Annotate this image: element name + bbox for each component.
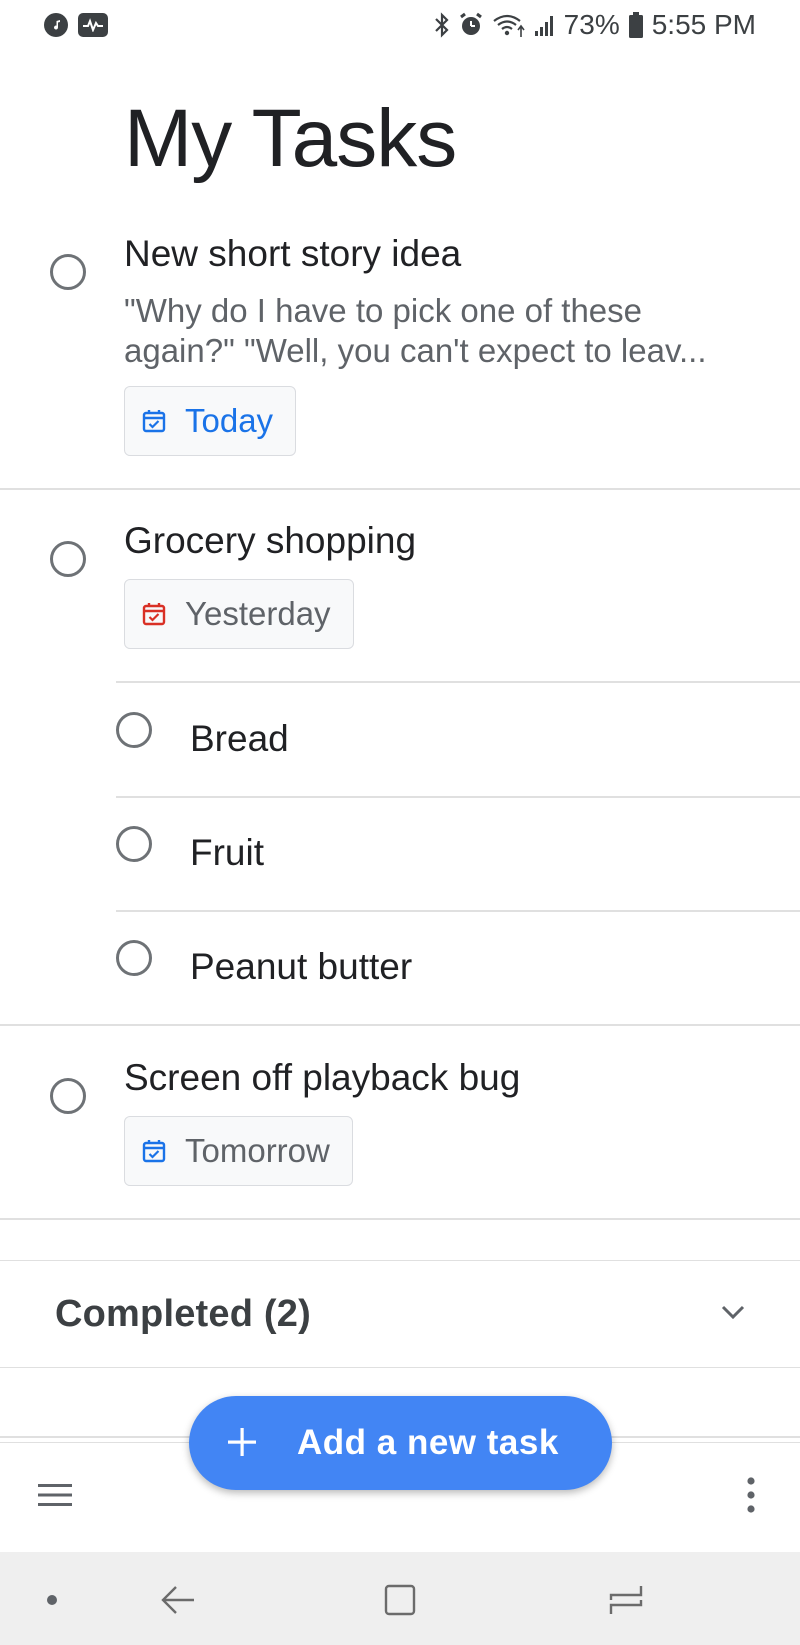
due-date-chip[interactable]: Tomorrow	[124, 1116, 353, 1186]
subtask-title[interactable]: Fruit	[190, 832, 264, 874]
due-date-chip[interactable]: Yesterday	[124, 579, 354, 649]
system-nav-bar	[0, 1552, 800, 1645]
task-complete-checkbox[interactable]	[50, 254, 86, 290]
task-title[interactable]: New short story idea	[124, 233, 461, 275]
music-notification-icon	[44, 13, 68, 37]
calendar-icon	[141, 1138, 167, 1164]
back-icon[interactable]	[148, 1572, 208, 1628]
nav-dot-icon[interactable]	[22, 1572, 82, 1628]
page-title: My Tasks	[124, 93, 457, 184]
home-icon[interactable]	[370, 1572, 430, 1628]
add-task-button[interactable]: Add a new task	[189, 1396, 612, 1490]
activity-notification-icon	[78, 13, 108, 37]
task-title[interactable]: Grocery shopping	[124, 520, 416, 562]
due-date-label: Today	[185, 402, 274, 439]
menu-icon[interactable]	[36, 1481, 74, 1514]
divider	[0, 1024, 800, 1026]
task-notes-line[interactable]: "Why do I have to pick one of these	[124, 290, 744, 332]
divider	[116, 796, 800, 798]
completed-section-toggle[interactable]: Completed (2)	[0, 1260, 800, 1368]
task-complete-checkbox[interactable]	[50, 541, 86, 577]
completed-label: Completed (2)	[55, 1292, 311, 1335]
battery-percent: 73%	[563, 9, 620, 40]
signal-icon	[534, 12, 556, 38]
subtask-complete-checkbox[interactable]	[116, 712, 152, 748]
plus-icon	[227, 1427, 257, 1460]
due-date-chip[interactable]: Today	[124, 386, 297, 456]
tasks-screen: 73% 5:55 PM My Tasks New short story ide…	[0, 0, 800, 1645]
due-date-label: Tomorrow	[185, 1132, 330, 1169]
recents-icon[interactable]	[596, 1572, 656, 1628]
add-task-label: Add a new task	[297, 1423, 559, 1462]
divider	[0, 1218, 800, 1220]
alarm-icon	[458, 12, 484, 38]
more-vert-icon[interactable]	[746, 1477, 756, 1518]
chevron-down-icon[interactable]	[720, 1304, 746, 1325]
clock: 5:55 PM	[651, 9, 756, 40]
subtask-title[interactable]: Bread	[190, 718, 289, 760]
subtask-complete-checkbox[interactable]	[116, 940, 152, 976]
due-date-label: Yesterday	[185, 595, 331, 632]
task-title[interactable]: Screen off playback bug	[124, 1057, 520, 1099]
divider	[116, 910, 800, 912]
divider	[0, 488, 800, 490]
battery-icon	[628, 11, 644, 39]
status-bar: 73% 5:55 PM	[0, 0, 800, 50]
divider	[116, 681, 800, 683]
subtask-title[interactable]: Peanut butter	[190, 946, 412, 988]
task-complete-checkbox[interactable]	[50, 1078, 86, 1114]
bluetooth-icon	[434, 12, 450, 38]
wifi-icon	[492, 12, 526, 38]
calendar-icon	[141, 408, 167, 434]
subtask-complete-checkbox[interactable]	[116, 826, 152, 862]
task-notes-line[interactable]: again?" "Well, you can't expect to leav.…	[124, 330, 744, 372]
calendar-overdue-icon	[141, 601, 167, 627]
